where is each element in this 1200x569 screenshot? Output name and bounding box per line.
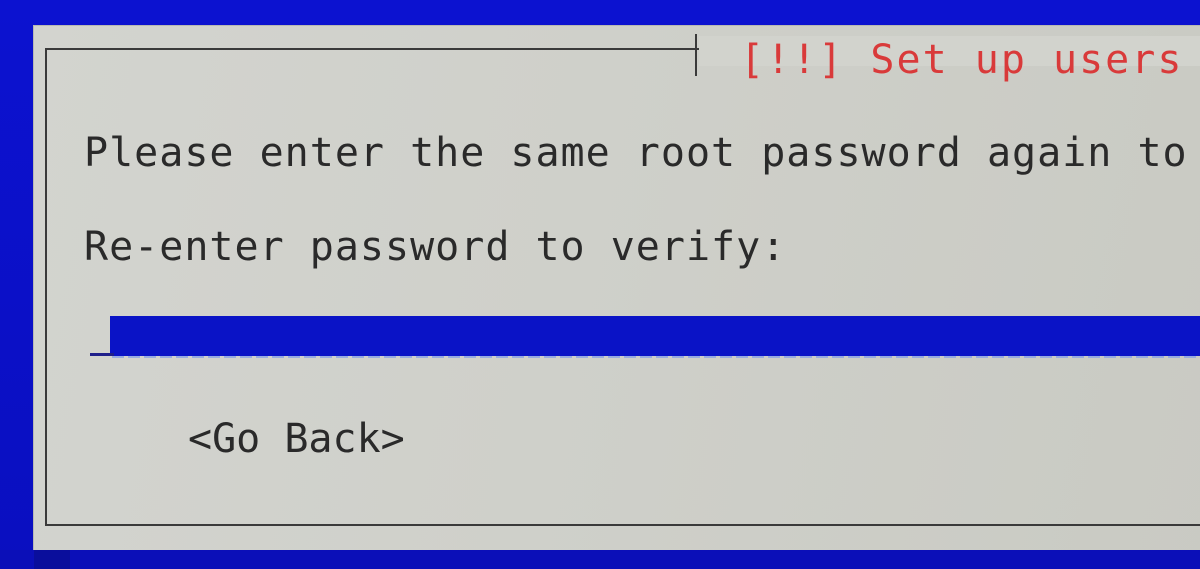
title-separator: [695, 34, 697, 76]
go-back-button[interactable]: <Go Back>: [188, 416, 405, 462]
screen-bottom-border: [0, 550, 1200, 569]
reenter-password-field[interactable]: [110, 316, 1200, 356]
password-instruction-text: Please enter the same root password agai…: [84, 130, 1200, 176]
screen-bottom-shadow: [34, 550, 70, 569]
dialog-title: [!!] Set up users an: [740, 37, 1200, 83]
text-cursor: [90, 353, 114, 356]
installer-screen: [!!] Set up users an Please enter the sa…: [0, 0, 1200, 569]
setup-users-dialog: [!!] Set up users an Please enter the sa…: [34, 26, 1200, 550]
password-field-underline: [112, 356, 1200, 358]
reenter-password-label: Re-enter password to verify:: [84, 224, 787, 270]
